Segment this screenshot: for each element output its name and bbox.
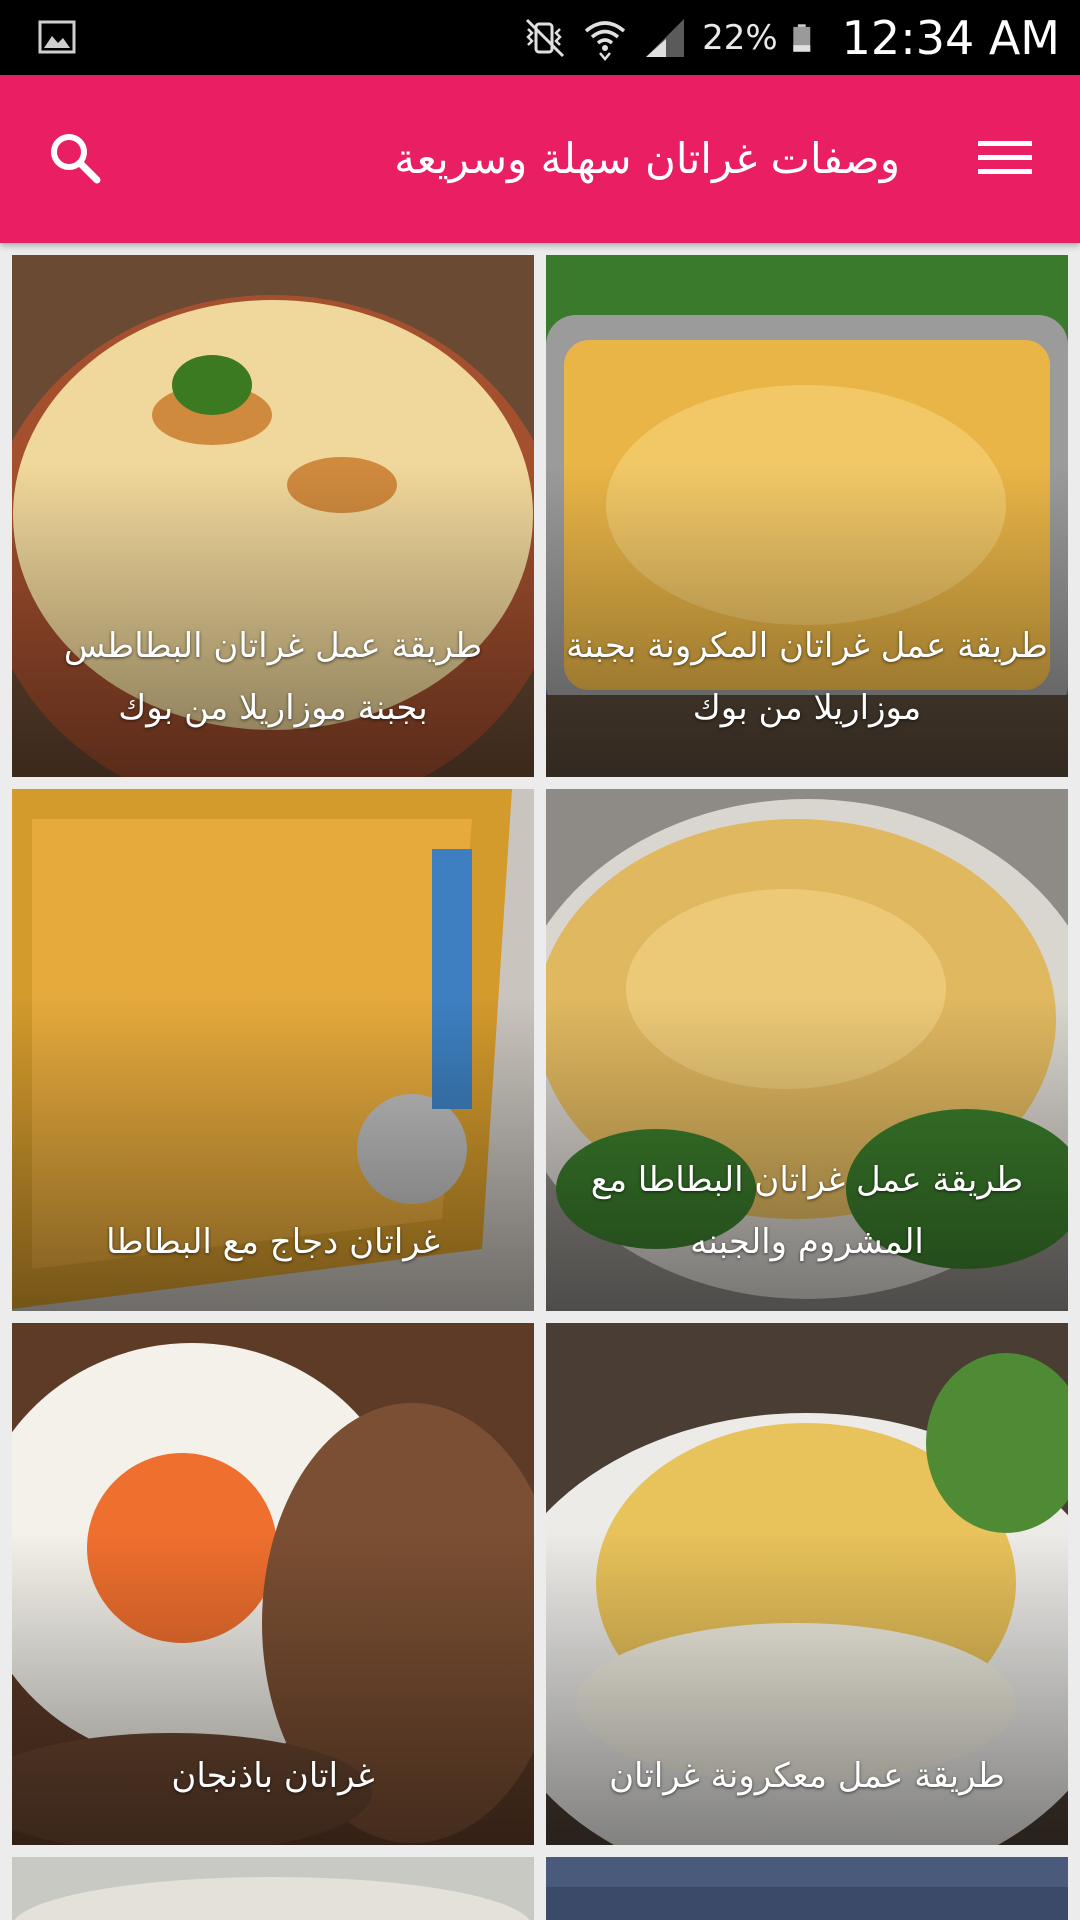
recipe-card-partial[interactable] (546, 1857, 1068, 1920)
recipe-title: طريقة عمل غراتان البطاطس بجبنة موزاريلا … (63, 626, 483, 728)
recipe-title: غراتان دجاج مع البطاطا (106, 1222, 440, 1262)
recipe-card[interactable]: طريقة عمل غراتان المكرونة بجبنة موزاريلا… (546, 255, 1068, 777)
recipe-card[interactable]: طريقة عمل غراتان البطاطا مع المشروم والج… (546, 789, 1068, 1311)
recipe-card[interactable]: غراتان باذنجان (12, 1323, 534, 1845)
recipe-card[interactable]: طريقة عمل غراتان البطاطس بجبنة موزاريلا … (12, 255, 534, 777)
battery-icon (792, 23, 810, 52)
recipe-card[interactable]: غراتان دجاج مع البطاطا (12, 789, 534, 1311)
app-bar: وصفات غراتان سهلة وسريعة (0, 75, 1080, 243)
recipe-title: طريقة عمل معكرونة غراتان (609, 1756, 1005, 1796)
recipe-photo (546, 1857, 1068, 1920)
recipe-title: طريقة عمل غراتان البطاطا مع المشروم والج… (590, 1160, 1024, 1262)
recipe-card-partial[interactable] (12, 1857, 534, 1920)
recipe-photo (12, 1857, 534, 1920)
search-icon (51, 134, 101, 184)
menu-button[interactable] (960, 113, 1050, 203)
status-clock: 12:34 AM (841, 10, 1060, 65)
menu-icon (978, 141, 1032, 174)
recipe-title: طريقة عمل غراتان المكرونة بجبنة موزاريلا… (566, 626, 1048, 728)
status-bar: 22% 12:34 AM (0, 0, 1080, 75)
signal-icon (646, 18, 685, 57)
search-button[interactable] (30, 113, 120, 203)
wifi-icon (584, 20, 626, 61)
status-indicators: 22% 12:34 AM (522, 0, 1060, 75)
mute-vibrate-icon (526, 18, 565, 57)
recipe-title: غراتان باذنجان (171, 1756, 375, 1796)
app-title: وصفات غراتان سهلة وسريعة (394, 134, 900, 183)
gallery-image-icon (38, 20, 76, 54)
recipe-card[interactable]: طريقة عمل معكرونة غراتان (546, 1323, 1068, 1845)
battery-percentage: 22% (702, 17, 778, 58)
